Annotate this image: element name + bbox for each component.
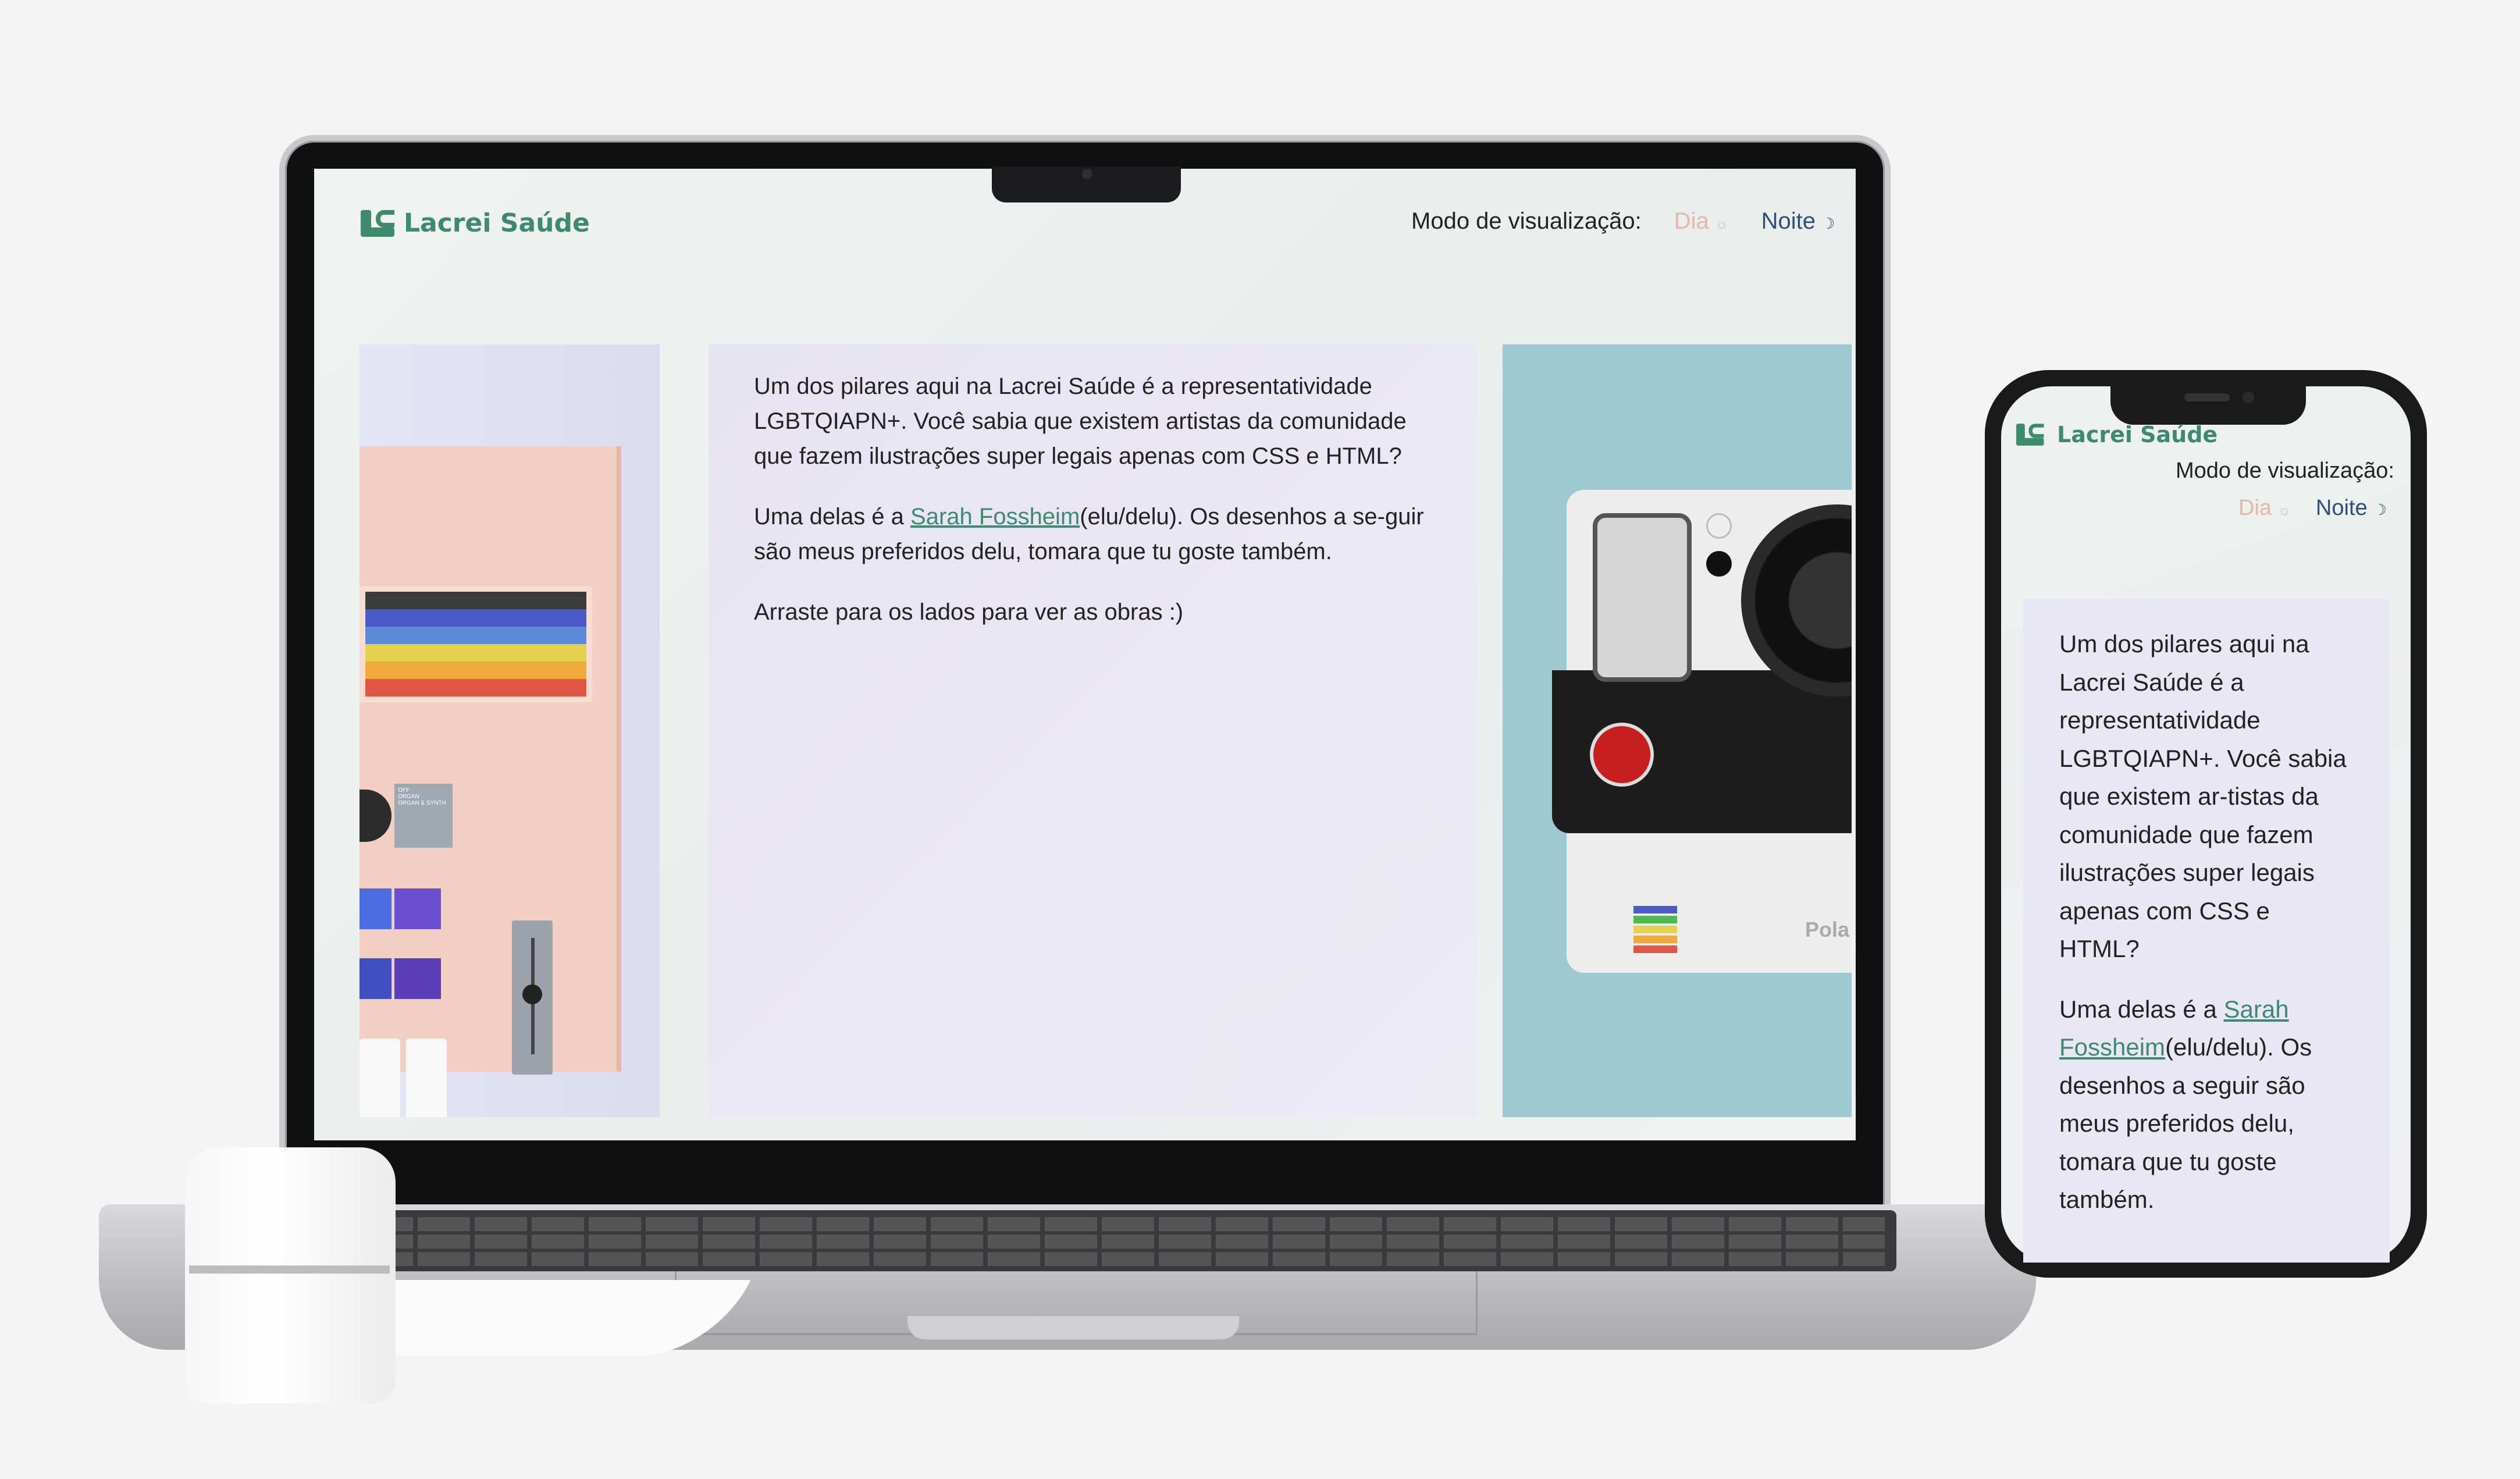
synth-key <box>360 958 391 999</box>
view-mode-label: Modo de visualização: <box>1411 208 1642 234</box>
day-mode-button[interactable]: Dia ☼ <box>1674 208 1729 234</box>
synth-pad <box>406 1039 447 1117</box>
synth-key <box>360 888 391 929</box>
keyboard-row <box>361 1217 1885 1231</box>
synth-key <box>394 888 441 929</box>
phone-speaker <box>2184 393 2230 401</box>
view-mode-switch: Dia ☼ Noite ☽ <box>2238 496 2387 521</box>
camera-rainbow-stripes <box>1633 906 1677 955</box>
intro-paragraph-2: Uma delas é a Sarah Fossheim(elu/delu). … <box>754 499 1431 569</box>
sarah-fossheim-link[interactable]: Sarah Fossheim <box>910 504 1080 529</box>
synth-label-off: OFF <box>398 787 410 794</box>
phone-logo[interactable]: Lacrei Saúde <box>2016 421 2218 448</box>
lacrei-logo-icon <box>361 209 394 237</box>
brand-name: Lacrei Saúde <box>2057 422 2218 447</box>
day-mode-label: Dia <box>1674 208 1709 234</box>
sun-icon: ☼ <box>1714 215 1729 232</box>
laptop-logo[interactable]: Lacrei Saúde <box>361 208 590 238</box>
intro-paragraph-1: Um dos pilares aqui na Lacrei Saúde é a … <box>2059 630 2347 962</box>
synth-knob <box>360 790 391 842</box>
night-mode-label: Noite <box>2315 496 2368 520</box>
intro-paragraph-2: Uma delas é a Sarah Fossheim(elu/delu). … <box>2059 990 2354 1219</box>
keyboard-row <box>361 1252 1885 1266</box>
intro-card: Um dos pilares aqui na Lacrei Saúde é a … <box>2023 599 2390 1263</box>
synth-body: OFF ORGAN ORGAN & SYNTH <box>360 446 621 1117</box>
moon-icon: ☽ <box>2373 501 2387 518</box>
moon-icon: ☽ <box>1821 215 1835 232</box>
phone-camera <box>2243 392 2254 403</box>
intro-paragraph-1: Um dos pilares aqui na Lacrei Saúde é a … <box>754 374 1407 469</box>
camera-flash <box>1593 513 1692 682</box>
camera-shutter-button <box>1590 723 1654 787</box>
brand-name: Lacrei Saúde <box>404 208 590 238</box>
synth-pad <box>360 1039 400 1117</box>
sun-icon: ☼ <box>2277 501 2291 518</box>
night-mode-button[interactable]: Noite ☽ <box>2316 496 2387 521</box>
night-mode-label: Noite <box>1761 208 1816 234</box>
artwork-synth[interactable]: OFF ORGAN ORGAN & SYNTH <box>360 344 660 1117</box>
day-mode-label: Dia <box>2238 496 2272 520</box>
synth-label-organ-synth: ORGAN & SYNTH <box>398 800 446 806</box>
view-mode-switch: Modo de visualização: Dia ☼ Noite ☽ <box>1411 208 1835 234</box>
camera-sensor <box>1706 513 1732 539</box>
tape-rim <box>189 1265 390 1274</box>
intro-p2-prefix: Uma delas é a <box>2059 995 2224 1023</box>
intro-card: Um dos pilares aqui na Lacrei Saúde é a … <box>709 344 1476 1117</box>
tape-roll <box>185 1147 396 1403</box>
lacrei-logo-icon <box>2016 424 2044 446</box>
day-mode-button[interactable]: Dia ☼ <box>2238 496 2291 521</box>
rainbow-display <box>360 586 592 702</box>
camera-brand-text: Pola <box>1805 918 1850 941</box>
night-mode-button[interactable]: Noite ☽ <box>1761 208 1835 234</box>
keyboard-row <box>361 1235 1885 1249</box>
synth-slider-knob <box>522 984 542 1004</box>
camera-sensor-dark <box>1706 551 1732 577</box>
laptop-camera <box>1082 169 1092 179</box>
view-mode-label: Modo de visualização: <box>2176 458 2394 483</box>
synth-slider <box>512 920 553 1075</box>
intro-p2-prefix: Uma delas é a <box>754 504 911 529</box>
synth-label-plate: OFF ORGAN ORGAN & SYNTH <box>394 784 453 848</box>
synth-label-organ: ORGAN <box>398 794 419 800</box>
synth-key <box>394 958 441 999</box>
intro-paragraph-3: Arraste para os lados para ver as obras … <box>754 599 1184 625</box>
artwork-camera[interactable]: Pola <box>1503 344 1852 1117</box>
phone-notch <box>2110 386 2306 425</box>
laptop-hinge <box>907 1316 1239 1339</box>
